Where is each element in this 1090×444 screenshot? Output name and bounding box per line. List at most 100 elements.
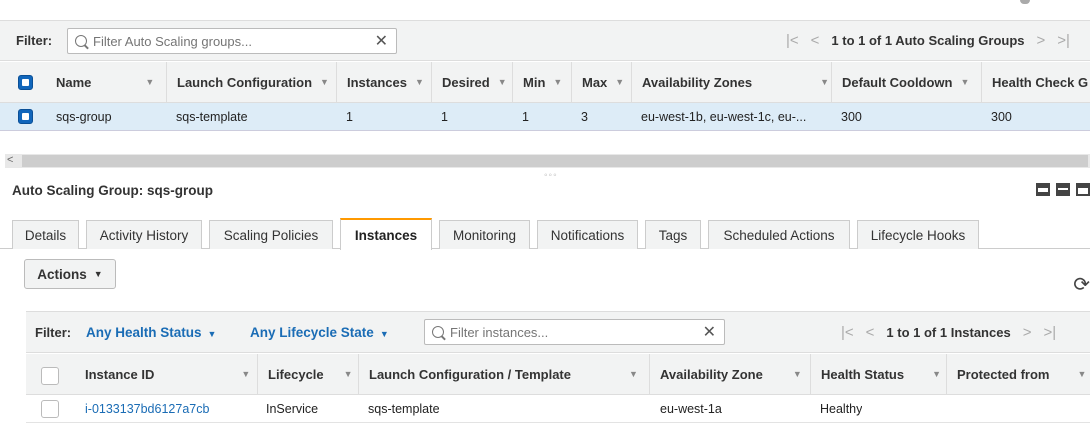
- col-name[interactable]: Name ▼: [46, 62, 166, 102]
- col-instances[interactable]: Instances ▼: [336, 62, 431, 102]
- instances-search-input[interactable]: [450, 324, 703, 340]
- sort-caret-icon: ▼: [145, 77, 155, 87]
- resize-handle[interactable]: ◦◦◦: [544, 170, 558, 181]
- col-health-check[interactable]: Health Check G: [981, 62, 1090, 102]
- asg-search-input[interactable]: [93, 33, 375, 49]
- tab-bar: Details Activity History Scaling Policie…: [0, 218, 1090, 250]
- tab-details[interactable]: Details: [12, 220, 79, 249]
- select-all-checkbox[interactable]: [41, 367, 59, 385]
- col-protected-from[interactable]: Protected from ▼: [946, 354, 1090, 394]
- col-min[interactable]: Min ▼: [512, 62, 571, 102]
- sort-caret-icon: ▼: [497, 77, 507, 87]
- clear-icon[interactable]: ✕: [703, 322, 716, 342]
- tab-scheduled-actions[interactable]: Scheduled Actions: [708, 220, 850, 249]
- pager-text: 1 to 1 of 1 Instances: [886, 325, 1011, 340]
- sort-caret-icon: ▼: [414, 77, 424, 87]
- health-status-dropdown[interactable]: Any Health Status ▼: [86, 325, 216, 340]
- cell-availability-zones: eu-west-1b, eu-west-1c, eu-...: [641, 109, 807, 124]
- instances-filter-bar: Filter: Any Health Status ▼ Any Lifecycle…: [26, 311, 1090, 353]
- instances-search-box[interactable]: ✕: [424, 319, 725, 345]
- chevron-down-icon: ▼: [379, 329, 389, 339]
- sort-caret-icon: ▼: [932, 369, 941, 379]
- col-max[interactable]: Max ▼: [571, 62, 631, 102]
- first-page-icon[interactable]: |<: [841, 324, 854, 341]
- sort-caret-icon: ▼: [792, 369, 802, 379]
- tab-monitoring[interactable]: Monitoring: [439, 220, 530, 249]
- asg-search-box[interactable]: ✕: [67, 28, 397, 54]
- chevron-down-icon: ▼: [93, 269, 103, 279]
- sort-caret-icon: ▼: [343, 369, 353, 379]
- cell-desired: 1: [441, 109, 448, 124]
- cell-lifecycle: InService: [266, 401, 319, 416]
- scroll-indicator: [1020, 0, 1030, 4]
- cell-health-status: Healthy: [820, 401, 863, 416]
- col-launch-configuration[interactable]: Launch Configuration ▼: [166, 62, 336, 102]
- cell-launch-config: sqs-template: [368, 401, 440, 416]
- cell-availability-zone: eu-west-1a: [660, 401, 722, 416]
- tab-lifecycle-hooks[interactable]: Lifecycle Hooks: [857, 220, 979, 249]
- sort-caret-icon: ▼: [553, 77, 563, 87]
- pager-text: 1 to 1 of 1 Auto Scaling Groups: [831, 33, 1025, 48]
- tab-activity-history[interactable]: Activity History: [86, 220, 202, 249]
- tab-notifications[interactable]: Notifications: [537, 220, 638, 249]
- view-toggle: [1036, 183, 1090, 196]
- sort-caret-icon: ▼: [615, 77, 625, 87]
- sort-caret-icon: ▼: [628, 369, 638, 379]
- prev-page-icon[interactable]: <: [811, 32, 820, 49]
- search-icon: [75, 35, 87, 47]
- col-default-cooldown[interactable]: Default Cooldown ▼: [831, 62, 981, 102]
- page-title: Auto Scaling Group: sqs-group: [12, 183, 213, 198]
- search-icon: [432, 326, 444, 338]
- col-availability-zone[interactable]: Availability Zone ▼: [649, 354, 810, 394]
- refresh-icon[interactable]: ⟳: [1073, 272, 1090, 297]
- col-lifecycle[interactable]: Lifecycle ▼: [257, 354, 357, 394]
- actions-button[interactable]: Actions ▼: [24, 259, 116, 289]
- sort-caret-icon: ▼: [1077, 369, 1087, 379]
- tab-tags[interactable]: Tags: [645, 220, 701, 249]
- filter-label: Filter:: [35, 325, 72, 340]
- split-view-top-icon[interactable]: [1076, 183, 1090, 196]
- instances-pager: |< < 1 to 1 of 1 Instances > >|: [841, 324, 1056, 341]
- last-page-icon[interactable]: >|: [1057, 32, 1070, 49]
- sort-caret-icon: ▼: [960, 77, 970, 87]
- select-all-checkbox[interactable]: [18, 75, 33, 90]
- cell-health-check: 300: [991, 109, 1012, 124]
- cell-instances: 1: [346, 109, 353, 124]
- scrollbar-thumb[interactable]: [22, 155, 1088, 167]
- clear-icon[interactable]: ✕: [375, 31, 388, 51]
- prev-page-icon[interactable]: <: [866, 324, 875, 341]
- tab-instances[interactable]: Instances: [340, 218, 432, 250]
- sort-caret-icon: ▼: [820, 77, 829, 87]
- tab-scaling-policies[interactable]: Scaling Policies: [209, 220, 333, 249]
- sort-caret-icon: ▼: [320, 77, 329, 87]
- col-health-status[interactable]: Health Status ▼: [810, 354, 946, 394]
- cell-default-cooldown: 300: [841, 109, 862, 124]
- last-page-icon[interactable]: >|: [1043, 324, 1056, 341]
- row-checkbox[interactable]: [18, 109, 33, 124]
- filter-label: Filter:: [16, 33, 53, 48]
- cell-max: 3: [581, 109, 588, 124]
- lifecycle-state-dropdown[interactable]: Any Lifecycle State ▼: [250, 325, 389, 340]
- cell-name: sqs-group: [56, 109, 112, 124]
- sort-caret-icon: ▼: [241, 369, 251, 379]
- table-row[interactable]: i-0133137bd6127a7cb InService sqs-templa…: [26, 395, 1090, 423]
- table-row[interactable]: sqs-group sqs-template 1 1 1 3 eu-west-1…: [0, 103, 1090, 131]
- scroll-left-icon[interactable]: <: [7, 154, 13, 166]
- cell-min: 1: [522, 109, 529, 124]
- horizontal-scrollbar[interactable]: <: [5, 154, 1090, 168]
- instance-id-link[interactable]: i-0133137bd6127a7cb: [85, 395, 209, 422]
- col-desired[interactable]: Desired ▼: [431, 62, 512, 102]
- chevron-down-icon: ▼: [207, 329, 217, 339]
- asg-pager: |< < 1 to 1 of 1 Auto Scaling Groups > >…: [786, 32, 1070, 49]
- row-checkbox[interactable]: [41, 400, 59, 418]
- col-availability-zones[interactable]: Availability Zones ▼: [631, 62, 831, 102]
- asg-filter-bar: Filter: ✕ |< < 1 to 1 of 1 Auto Scaling …: [0, 20, 1090, 61]
- next-page-icon[interactable]: >: [1037, 32, 1046, 49]
- first-page-icon[interactable]: |<: [786, 32, 799, 49]
- split-view-bottom-icon[interactable]: [1036, 183, 1050, 196]
- next-page-icon[interactable]: >: [1023, 324, 1032, 341]
- instances-table-header: Instance ID ▼ Lifecycle ▼ Launch Configura…: [26, 354, 1090, 395]
- col-launch-config-template[interactable]: Launch Configuration / Template ▼: [358, 354, 649, 394]
- col-instance-id[interactable]: Instance ID ▼: [75, 354, 258, 394]
- split-view-middle-icon[interactable]: [1056, 183, 1070, 196]
